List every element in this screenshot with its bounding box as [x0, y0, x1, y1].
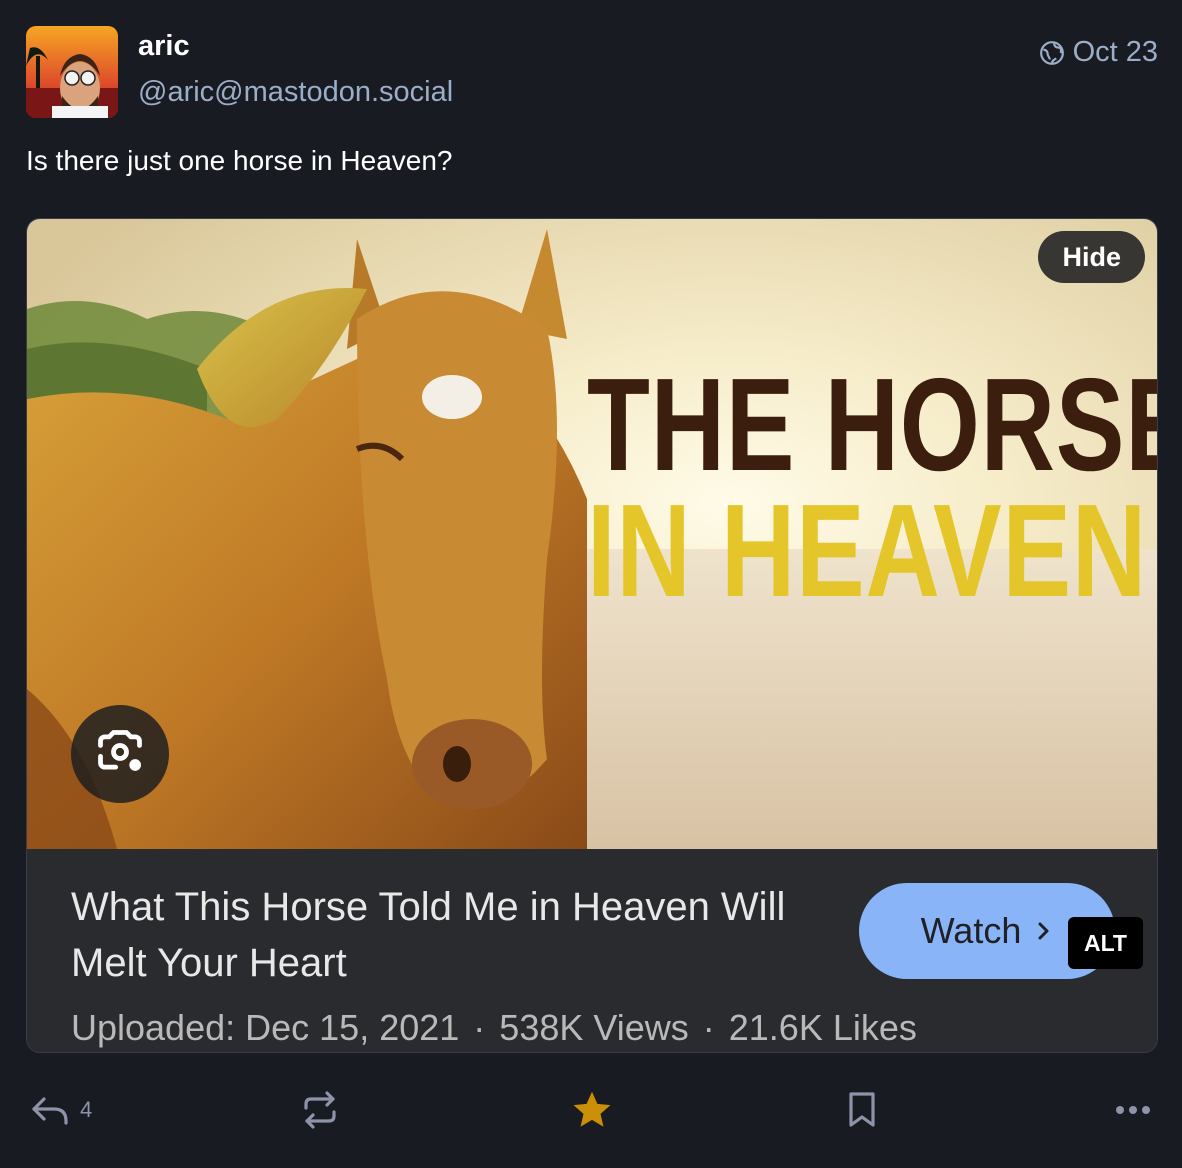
watch-label: Watch [920, 910, 1022, 951]
action-bar: 4 [0, 1085, 1182, 1135]
view-count: 538K Views [499, 1007, 689, 1048]
headline-line-1: THE HORSE [587, 351, 1158, 498]
bookmark-icon [846, 1090, 878, 1130]
avatar[interactable] [26, 26, 118, 118]
star-icon [571, 1090, 613, 1130]
thumbnail-headline: THE HORSE IN HEAVEN [587, 351, 1158, 624]
lens-button[interactable] [71, 705, 169, 803]
boost-icon [302, 1090, 338, 1130]
boost-button[interactable] [302, 1085, 338, 1135]
status-content: Is there just one horse in Heaven? [26, 145, 453, 176]
separator: · [702, 1007, 715, 1048]
post-timestamp[interactable]: Oct 23 [1039, 36, 1158, 69]
reply-button[interactable]: 4 [30, 1085, 92, 1135]
separator: · [473, 1007, 486, 1048]
reply-count: 4 [80, 1097, 93, 1122]
headline-line-2: IN HEAVEN [587, 477, 1148, 624]
video-title: What This Horse Told Me in Heaven Will M… [71, 885, 786, 985]
account-handle[interactable]: @aric@mastodon.social [138, 76, 453, 109]
display-name[interactable]: aric [138, 30, 190, 63]
reply-icon [30, 1093, 70, 1127]
upload-date: Uploaded: Dec 15, 2021 [71, 1007, 460, 1048]
more-icon [1114, 1104, 1152, 1116]
hide-media-button[interactable]: Hide [1038, 231, 1145, 283]
video-meta: Uploaded: Dec 15, 2021 · 538K Views · 21.6K … [71, 1007, 917, 1049]
chevron-right-icon [1035, 910, 1053, 952]
media-attachment[interactable]: THE HORSE IN HEAVEN Hide What This Horse… [26, 218, 1158, 1053]
globe-icon [1039, 40, 1065, 66]
bookmark-button[interactable] [846, 1085, 878, 1135]
favourite-button[interactable] [571, 1085, 613, 1135]
like-count: 21.6K Likes [728, 1007, 917, 1048]
video-info-panel: What This Horse Told Me in Heaven Will M… [27, 849, 1157, 1052]
alt-text-badge[interactable]: ALT [1067, 917, 1143, 969]
camera-lens-icon [94, 726, 146, 783]
more-button[interactable] [1114, 1085, 1152, 1135]
timestamp-label: Oct 23 [1072, 36, 1158, 68]
